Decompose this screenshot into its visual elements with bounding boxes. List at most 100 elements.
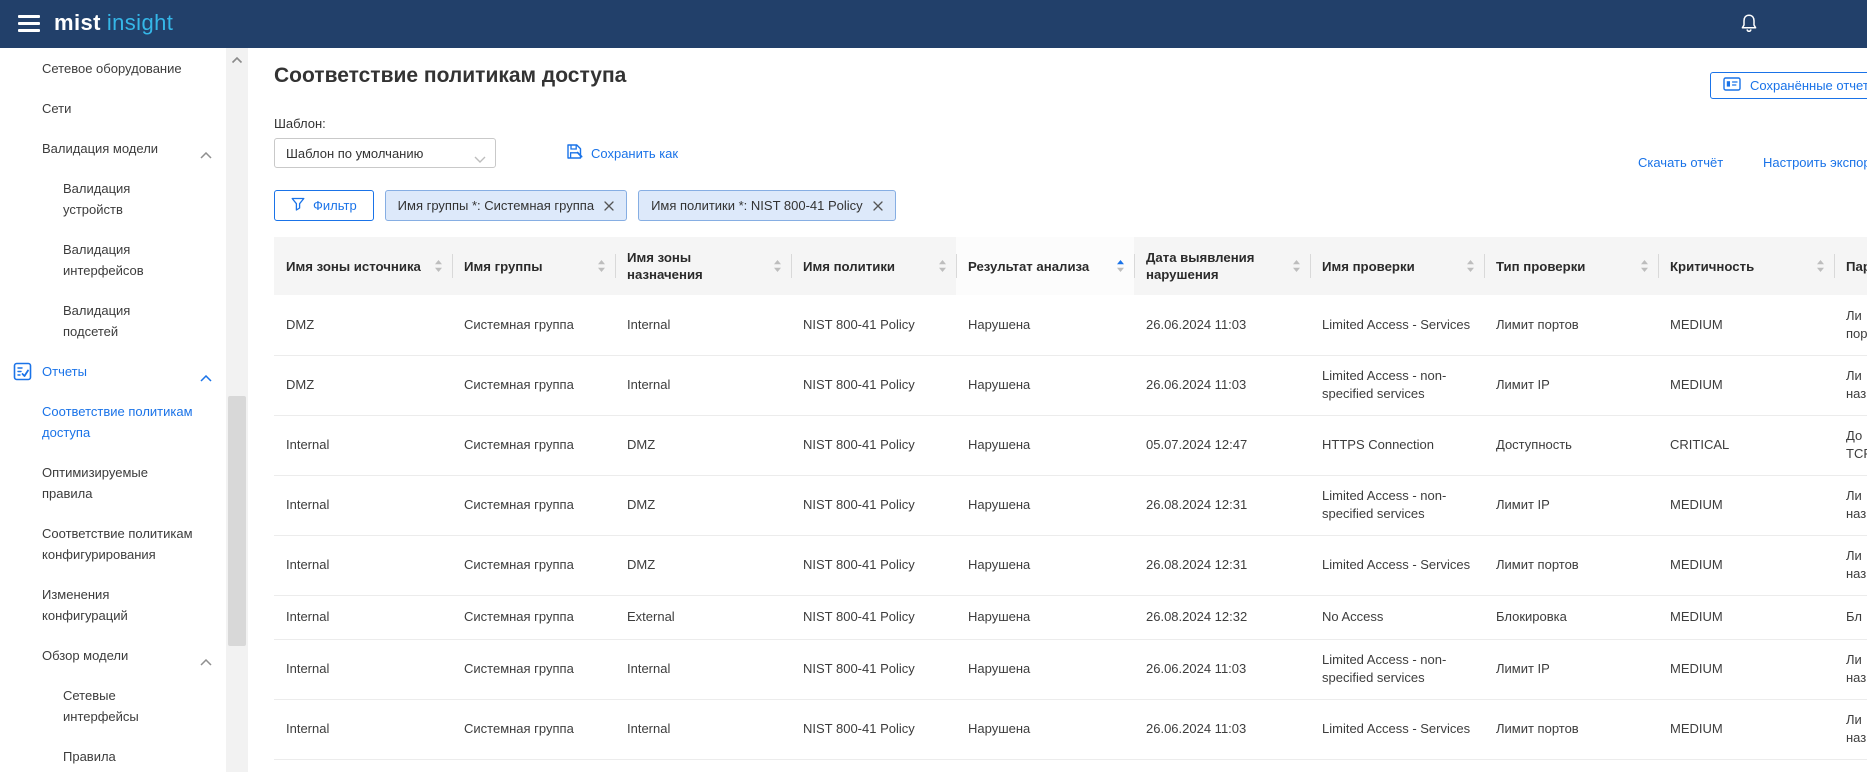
- table-body: DMZ Системная группа Internal NIST 800-41 P…: [274, 295, 1867, 759]
- filter-chip-group-name[interactable]: Имя группы *: Системная группа: [384, 190, 628, 221]
- sidebar-item-config-policy-compliance[interactable]: Соответствие политикам конфигурирования: [0, 523, 226, 565]
- column-header-parameters[interactable]: Параметры: [1834, 237, 1867, 295]
- saved-reports-button[interactable]: Сохранённые отчеты: [1710, 72, 1867, 99]
- configure-export-link[interactable]: Настроить экспорт: [1763, 155, 1867, 170]
- table-row: Internal Системная группа DMZ NIST 800-41 P…: [274, 415, 1867, 475]
- column-header-analysis-result[interactable]: Результат анализа: [956, 237, 1134, 295]
- table-cell: MEDIUM: [1670, 377, 1723, 392]
- sort-icon: [1816, 259, 1825, 277]
- sidebar-item-network-equipment[interactable]: Сетевое оборудование: [0, 58, 226, 79]
- table-cell: Нарушена: [968, 609, 1031, 624]
- reports-icon: [13, 362, 32, 387]
- column-header-dest-zone[interactable]: Имя зоны назначения: [615, 237, 791, 295]
- table-cell: Ли наз: [1846, 712, 1867, 745]
- main-content: Соответствие политикам доступа Сохранённ…: [248, 48, 1867, 772]
- table-cell: Системная группа: [464, 497, 574, 512]
- filter-button[interactable]: Фильтр: [274, 190, 374, 221]
- filter-chip-policy-name[interactable]: Имя политики *: NIST 800-41 Policy: [638, 190, 896, 221]
- sort-icon: [1466, 259, 1475, 277]
- table-cell: DMZ: [627, 557, 656, 572]
- sidebar-scrollbar[interactable]: [226, 48, 248, 772]
- table-cell: DMZ: [627, 437, 656, 452]
- table-row: Internal Системная группа External NIST 800…: [274, 595, 1867, 639]
- column-header-check-type[interactable]: Тип проверки: [1484, 237, 1658, 295]
- table-cell: Internal: [627, 377, 671, 392]
- table-cell: Лимит IP: [1496, 497, 1550, 512]
- table-cell: Системная группа: [464, 609, 574, 624]
- table-cell: MEDIUM: [1670, 497, 1723, 512]
- table-cell: Нарушена: [968, 377, 1031, 392]
- table-cell: Limited Access - non-specified services: [1322, 488, 1447, 521]
- table-row: Internal Системная группа DMZ NIST 800-41 P…: [274, 475, 1867, 535]
- sort-icon: [434, 259, 443, 277]
- scrollbar-thumb[interactable]: [228, 396, 246, 646]
- column-header-severity[interactable]: Критичность: [1658, 237, 1834, 295]
- table-cell: Internal: [286, 661, 330, 676]
- table-cell: Лимит IP: [1496, 377, 1550, 392]
- sidebar-item-device-validation[interactable]: Валидация устройств: [0, 178, 205, 220]
- sidebar-item-model-validation[interactable]: Валидация модели: [0, 138, 226, 159]
- saved-reports-icon: [1723, 77, 1741, 94]
- table-cell: MEDIUM: [1670, 721, 1723, 736]
- sidebar-nav: Сетевое оборудование Сети Валидация моде…: [0, 48, 226, 772]
- column-header-group-name[interactable]: Имя группы: [452, 237, 615, 295]
- content-layout: Сетевое оборудование Сети Валидация моде…: [0, 48, 1867, 772]
- table-cell: Ли наз: [1846, 548, 1867, 581]
- table-cell: Ли наз: [1846, 488, 1867, 521]
- table-cell: Ли наз: [1846, 652, 1867, 685]
- table-cell: NIST 800-41 Policy: [803, 437, 915, 452]
- close-icon[interactable]: [873, 200, 883, 211]
- column-header-source-zone[interactable]: Имя зоны источника: [274, 237, 452, 295]
- chevron-up-icon: [200, 367, 212, 388]
- table-cell: MEDIUM: [1670, 316, 1723, 332]
- column-header-policy-name[interactable]: Имя политики: [791, 237, 956, 295]
- sidebar-item-model-overview[interactable]: Обзор модели: [0, 645, 226, 666]
- hamburger-menu-icon[interactable]: [18, 15, 40, 32]
- sort-asc-active-icon: [1116, 259, 1125, 277]
- table-cell: MEDIUM: [1670, 557, 1723, 572]
- table-row: Internal Системная группа Internal NIST 800…: [274, 639, 1867, 699]
- table-cell: 26.08.2024 12:31: [1146, 497, 1248, 512]
- table-cell: 26.06.2024 11:03: [1146, 661, 1247, 676]
- table-cell: Системная группа: [464, 557, 574, 572]
- sidebar-item-subnet-validation[interactable]: Валидация подсетей: [0, 300, 205, 342]
- scroll-up-icon[interactable]: [231, 51, 243, 69]
- sidebar-item-config-changes[interactable]: Изменения конфигураций: [0, 584, 226, 626]
- sidebar-item-network-interfaces[interactable]: Сетевые интерфейсы: [0, 685, 205, 727]
- table-cell: Internal: [627, 316, 671, 332]
- sort-icon: [773, 259, 782, 277]
- table-cell: 26.08.2024 12:31: [1146, 557, 1248, 572]
- close-icon[interactable]: [604, 200, 614, 211]
- sidebar-item-interface-validation[interactable]: Валидация интерфейсов: [0, 239, 205, 281]
- sort-icon: [1640, 259, 1649, 277]
- page-title: Соответствие политикам доступа: [274, 64, 627, 87]
- download-report-link[interactable]: Скачать отчёт: [1638, 155, 1723, 170]
- sidebar-item-optimizable-rules[interactable]: Оптимизируемые правила: [0, 462, 226, 504]
- save-as-button[interactable]: Сохранить как: [566, 143, 678, 163]
- brand-secondary: insight: [106, 10, 174, 35]
- table-cell: NIST 800-41 Policy: [803, 661, 915, 676]
- column-header-violation-date[interactable]: Дата выявления нарушения: [1134, 237, 1310, 295]
- sort-icon: [597, 259, 606, 277]
- table-cell: DMZ: [286, 316, 315, 332]
- table-cell: Нарушена: [968, 721, 1031, 736]
- table-cell: Нарушена: [968, 497, 1031, 512]
- sidebar-item-reports[interactable]: Отчеты: [0, 361, 226, 382]
- sidebar-item-networks[interactable]: Сети: [0, 98, 226, 119]
- table-cell: Internal: [286, 557, 330, 572]
- table-cell: Limited Access - Services: [1322, 557, 1471, 572]
- sidebar-item-routing-rules[interactable]: Правила маршрутизации: [0, 746, 205, 772]
- sidebar-item-access-policy-compliance[interactable]: Соответствие политикам доступа: [0, 401, 226, 443]
- column-header-check-name[interactable]: Имя проверки: [1310, 237, 1484, 295]
- template-select[interactable]: Шаблон по умолчанию: [274, 138, 496, 168]
- table-cell: Ли наз: [1846, 368, 1867, 401]
- table-cell: CRITICAL: [1670, 437, 1730, 452]
- table-cell: NIST 800-41 Policy: [803, 497, 915, 512]
- template-select-value: Шаблон по умолчанию: [286, 145, 424, 161]
- table-cell: Limited Access - Services: [1322, 721, 1471, 736]
- table-cell: Internal: [627, 661, 671, 676]
- sort-icon: [1292, 259, 1301, 277]
- table-cell: Лимит портов: [1496, 721, 1579, 736]
- notifications-bell-icon[interactable]: [1738, 13, 1760, 35]
- table-cell: 26.06.2024 11:03: [1146, 377, 1247, 392]
